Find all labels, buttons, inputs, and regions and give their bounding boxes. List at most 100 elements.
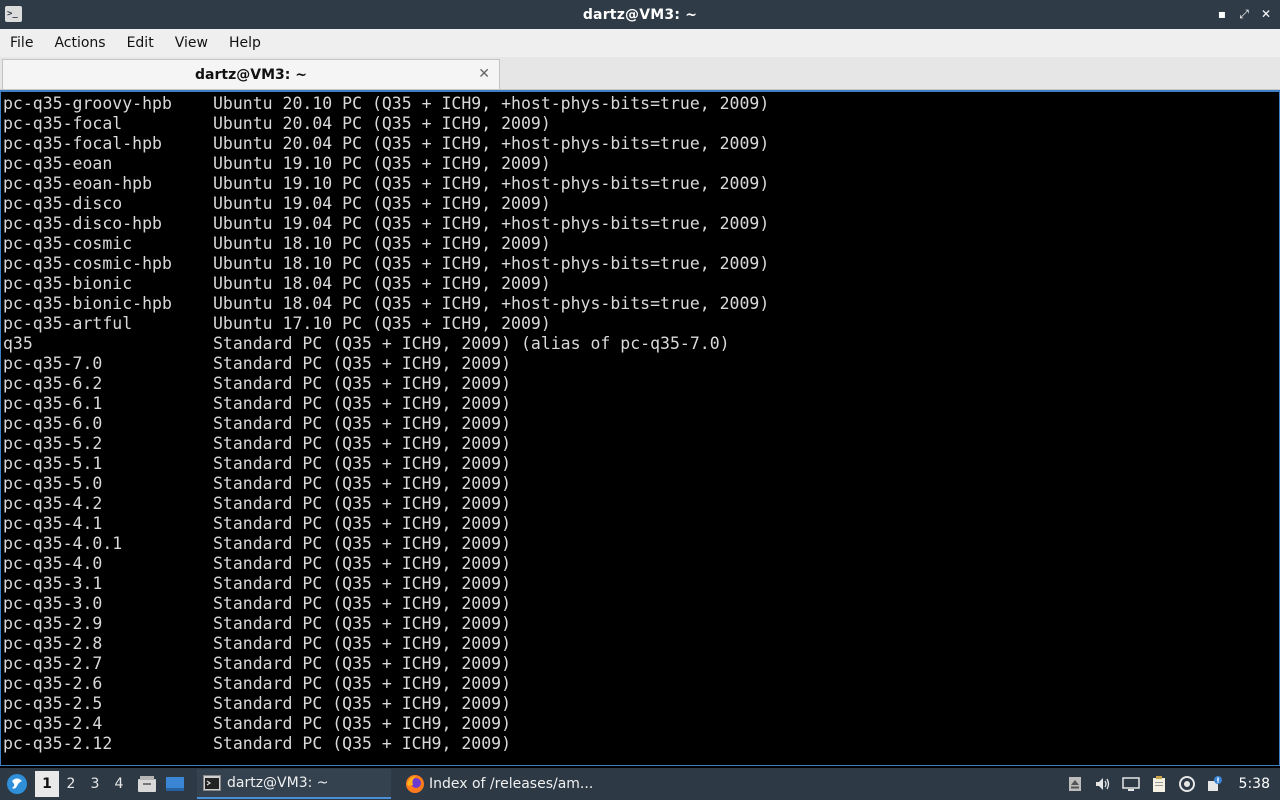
machine-description: Standard PC (Q35 + ICH9, 2009) [213, 434, 512, 453]
taskbar-task-label: dartz@VM3: ~ [227, 775, 329, 791]
machine-name: pc-q35-4.0.1 [3, 534, 123, 553]
desktop-3-button[interactable]: 3 [83, 771, 107, 797]
maximize-icon[interactable]: ⤢ [1238, 6, 1250, 22]
menu-bar: File Actions Edit View Help [0, 29, 1280, 57]
machine-name: pc-q35-2.7 [3, 654, 103, 673]
terminal-line: pc-q35-bionic Ubuntu 18.04 PC (Q35 + ICH9… [3, 274, 1279, 294]
terminal-icon [203, 775, 221, 791]
terminal-line: pc-q35-bionic-hpb Ubuntu 18.04 PC (Q35 + … [3, 294, 1279, 314]
machine-name: pc-q35-2.9 [3, 614, 103, 633]
machine-description: Standard PC (Q35 + ICH9, 2009) [213, 514, 512, 533]
desktop-2-button[interactable]: 2 [59, 771, 83, 797]
machine-description: Ubuntu 20.04 PC (Q35 + ICH9, +host-phys-… [213, 134, 770, 153]
start-menu-button[interactable] [3, 770, 31, 798]
taskbar-task-label: Index of /releases/am... [429, 776, 594, 792]
machine-description: Standard PC (Q35 + ICH9, 2009) [213, 534, 512, 553]
network-icon[interactable] [1205, 774, 1225, 794]
menu-view[interactable]: View [175, 35, 208, 51]
machine-description: Standard PC (Q35 + ICH9, 2009) [213, 474, 512, 493]
menu-actions[interactable]: Actions [54, 35, 105, 51]
show-desktop-icon [166, 777, 184, 791]
window-titlebar[interactable]: >_ dartz@VM3: ~ ▪ ⤢ ✕ [0, 0, 1280, 29]
terminal-line: pc-q35-focal-hpb Ubuntu 20.04 PC (Q35 + I… [3, 134, 1279, 154]
terminal-line: pc-q35-2.4 Standard PC (Q35 + ICH9, 2009) [3, 714, 1279, 734]
taskbar-task-terminal[interactable]: dartz@VM3: ~ [197, 769, 391, 799]
machine-description: Standard PC (Q35 + ICH9, 2009) [213, 654, 512, 673]
machine-description: Standard PC (Q35 + ICH9, 2009) [213, 614, 512, 633]
eject-icon[interactable] [1065, 774, 1085, 794]
machine-name: pc-q35-cosmic-hpb [3, 254, 172, 273]
menu-help[interactable]: Help [229, 35, 261, 51]
close-icon[interactable]: ✕ [1260, 6, 1272, 22]
show-desktop-launcher[interactable] [163, 772, 187, 796]
machine-name: pc-q35-disco-hpb [3, 214, 162, 233]
terminal-line: pc-q35-2.6 Standard PC (Q35 + ICH9, 2009) [3, 674, 1279, 694]
window-controls: ▪ ⤢ ✕ [1216, 6, 1272, 22]
machine-name: pc-q35-bionic [3, 274, 133, 293]
menu-edit[interactable]: Edit [127, 35, 154, 51]
tab-terminal[interactable]: dartz@VM3: ~ ✕ [2, 59, 500, 89]
machine-description: Standard PC (Q35 + ICH9, 2009) [213, 414, 512, 433]
desktop-4-button[interactable]: 4 [107, 771, 131, 797]
terminal-line: pc-q35-cosmic-hpb Ubuntu 18.10 PC (Q35 + … [3, 254, 1279, 274]
monitor-icon[interactable] [1121, 774, 1141, 794]
taskbar-task-firefox[interactable]: Index of /releases/am... [399, 769, 599, 799]
terminal-view[interactable]: pc-q35-groovy-hpb Ubuntu 20.10 PC (Q35 + … [0, 90, 1280, 766]
terminal-line: pc-q35-6.2 Standard PC (Q35 + ICH9, 2009) [3, 374, 1279, 394]
tab-close-icon[interactable]: ✕ [478, 66, 490, 82]
terminal-line: pc-q35-2.8 Standard PC (Q35 + ICH9, 2009) [3, 634, 1279, 654]
machine-name: pc-q35-focal [3, 114, 123, 133]
machine-description: Standard PC (Q35 + ICH9, 2009) [213, 694, 512, 713]
tab-bar: dartz@VM3: ~ ✕ [0, 57, 1280, 90]
machine-description: Ubuntu 19.04 PC (Q35 + ICH9, 2009) [213, 194, 551, 213]
machine-name: pc-q35-2.6 [3, 674, 103, 693]
terminal-app-icon: >_ [5, 6, 22, 22]
machine-name: pc-q35-4.0 [3, 554, 103, 573]
machine-name: pc-q35-4.1 [3, 514, 103, 533]
machine-description: Standard PC (Q35 + ICH9, 2009) [213, 354, 512, 373]
terminal-line: pc-q35-5.2 Standard PC (Q35 + ICH9, 2009) [3, 434, 1279, 454]
terminal-line: pc-q35-cosmic Ubuntu 18.10 PC (Q35 + ICH9… [3, 234, 1279, 254]
terminal-line: pc-q35-artful Ubuntu 17.10 PC (Q35 + ICH9… [3, 314, 1279, 334]
minimize-icon[interactable]: ▪ [1216, 6, 1228, 22]
terminal-line: pc-q35-3.1 Standard PC (Q35 + ICH9, 2009) [3, 574, 1279, 594]
desktop-1-button[interactable]: 1 [35, 771, 59, 797]
machine-name: pc-q35-cosmic [3, 234, 133, 253]
clipboard-icon[interactable] [1149, 774, 1169, 794]
volume-icon[interactable] [1093, 774, 1113, 794]
machine-description: Ubuntu 20.10 PC (Q35 + ICH9, +host-phys-… [213, 94, 770, 113]
menu-file[interactable]: File [10, 35, 33, 51]
machine-description: Standard PC (Q35 + ICH9, 2009) (alias of… [213, 334, 730, 353]
machine-name: pc-q35-groovy-hpb [3, 94, 172, 113]
terminal-line: pc-q35-disco-hpb Ubuntu 19.04 PC (Q35 + I… [3, 214, 1279, 234]
terminal-output: pc-q35-groovy-hpb Ubuntu 20.10 PC (Q35 + … [1, 92, 1279, 754]
terminal-line: pc-q35-focal Ubuntu 20.04 PC (Q35 + ICH9,… [3, 114, 1279, 134]
machine-name: pc-q35-3.0 [3, 594, 103, 613]
machine-description: Standard PC (Q35 + ICH9, 2009) [213, 574, 512, 593]
machine-description: Standard PC (Q35 + ICH9, 2009) [213, 494, 512, 513]
machine-name: pc-q35-2.8 [3, 634, 103, 653]
terminal-line: pc-q35-7.0 Standard PC (Q35 + ICH9, 2009) [3, 354, 1279, 374]
terminal-line: pc-q35-eoan Ubuntu 19.10 PC (Q35 + ICH9, … [3, 154, 1279, 174]
machine-name: pc-q35-focal-hpb [3, 134, 162, 153]
machine-name: pc-q35-3.1 [3, 574, 103, 593]
terminal-line: pc-q35-6.1 Standard PC (Q35 + ICH9, 2009) [3, 394, 1279, 414]
taskbar: 1 2 3 4 dartz@VM3: ~ Index of /releases/… [0, 768, 1280, 800]
terminal-line: pc-q35-4.2 Standard PC (Q35 + ICH9, 2009) [3, 494, 1279, 514]
machine-name: pc-q35-eoan-hpb [3, 174, 153, 193]
machine-name: pc-q35-7.0 [3, 354, 103, 373]
terminal-line: pc-q35-4.0 Standard PC (Q35 + ICH9, 2009) [3, 554, 1279, 574]
machine-description: Ubuntu 19.10 PC (Q35 + ICH9, 2009) [213, 154, 551, 173]
file-manager-launcher[interactable] [135, 772, 159, 796]
machine-name: pc-q35-bionic-hpb [3, 294, 172, 313]
machine-name: pc-q35-disco [3, 194, 123, 213]
machine-description: Standard PC (Q35 + ICH9, 2009) [213, 374, 512, 393]
machine-name: pc-q35-5.0 [3, 474, 103, 493]
machine-description: Ubuntu 18.04 PC (Q35 + ICH9, +host-phys-… [213, 294, 770, 313]
machine-description: Ubuntu 19.10 PC (Q35 + ICH9, +host-phys-… [213, 174, 770, 193]
terminal-line: pc-q35-eoan-hpb Ubuntu 19.10 PC (Q35 + IC… [3, 174, 1279, 194]
clock[interactable]: 5:38 [1239, 776, 1270, 792]
terminal-line: pc-q35-2.9 Standard PC (Q35 + ICH9, 2009) [3, 614, 1279, 634]
update-icon[interactable] [1177, 774, 1197, 794]
machine-name: q35 [3, 334, 33, 353]
